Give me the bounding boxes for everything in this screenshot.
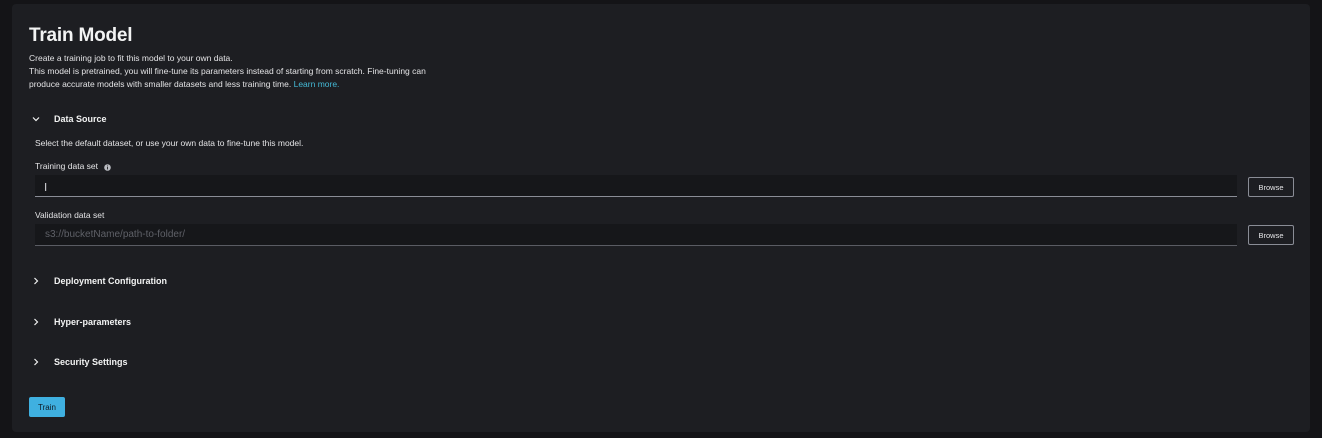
info-icon[interactable] [104, 163, 111, 171]
section-security-settings-label: Security Settings [54, 357, 128, 367]
section-data-source[interactable]: Data Source [32, 114, 107, 124]
chevron-right-icon [32, 358, 40, 366]
description-line-3-text: produce accurate models with smaller dat… [29, 79, 292, 89]
section-hyper-parameters[interactable]: Hyper-parameters [32, 317, 131, 327]
validation-data-set-input[interactable] [35, 224, 1237, 246]
learn-more-link[interactable]: Learn more. [294, 79, 340, 89]
description-line-2: This model is pretrained, you will fine-… [29, 66, 426, 76]
data-source-description: Select the default dataset, or use your … [35, 138, 304, 148]
training-browse-button[interactable]: Browse [1248, 177, 1294, 197]
description-line-3: produce accurate models with smaller dat… [29, 79, 339, 89]
training-data-set-label: Training data set [35, 161, 111, 171]
section-data-source-label: Data Source [54, 114, 107, 124]
section-hyper-parameters-label: Hyper-parameters [54, 317, 132, 327]
chevron-right-icon [32, 318, 40, 326]
chevron-right-icon [32, 277, 40, 285]
description-line-1: Create a training job to fit this model … [29, 53, 233, 63]
train-button[interactable]: Train [29, 397, 65, 417]
validation-browse-button[interactable]: Browse [1248, 225, 1294, 245]
section-security-settings[interactable]: Security Settings [32, 357, 128, 367]
training-data-set-label-text: Training data set [35, 161, 98, 171]
training-data-set-input[interactable] [35, 175, 1237, 197]
page-title: Train Model [29, 25, 133, 46]
section-deployment-configuration[interactable]: Deployment Configuration [32, 276, 167, 286]
chevron-down-icon [32, 115, 40, 123]
train-model-panel: Train Model Create a training job to fit… [12, 4, 1310, 432]
validation-data-set-label: Validation data set [35, 210, 105, 220]
section-deployment-configuration-label: Deployment Configuration [54, 276, 167, 286]
text-cursor-icon: I [44, 181, 48, 194]
